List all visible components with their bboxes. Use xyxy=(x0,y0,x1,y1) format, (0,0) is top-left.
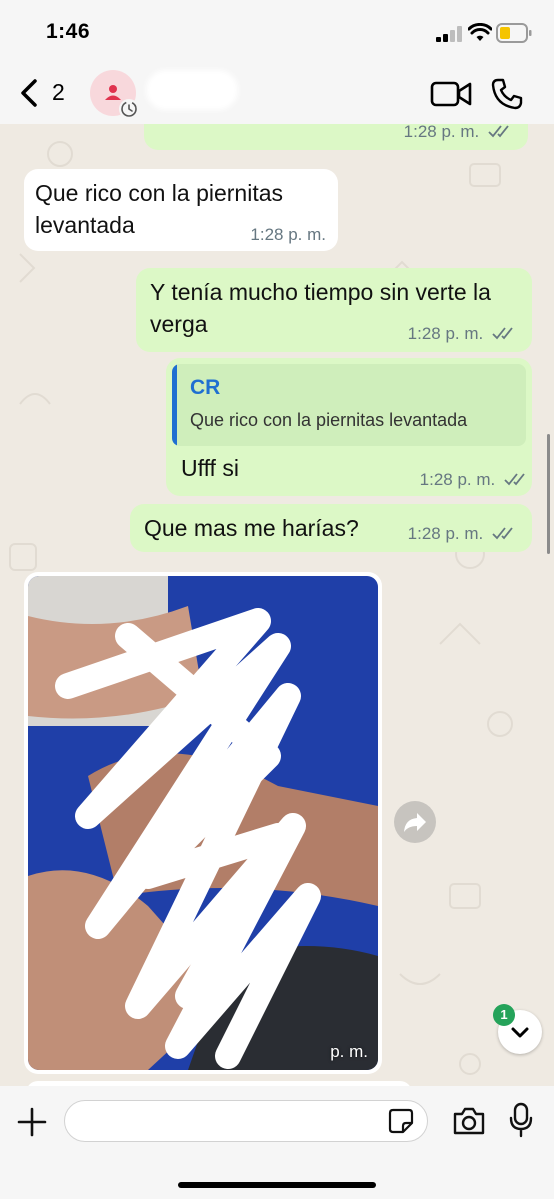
message-text: Que mas me harías? xyxy=(144,515,359,541)
chat-header: 2 xyxy=(0,62,554,124)
double-check-icon xyxy=(492,527,513,540)
sticker-icon[interactable] xyxy=(388,1108,414,1134)
forward-arrow-icon xyxy=(404,813,426,832)
camera-icon[interactable] xyxy=(452,1106,486,1136)
video-call-icon[interactable] xyxy=(430,80,472,108)
message-time: 1:28 p. m. xyxy=(407,324,484,343)
contact-name-redacted[interactable] xyxy=(150,74,234,106)
unread-badge: 1 xyxy=(493,1004,515,1026)
status-bar: 1:46 xyxy=(0,0,554,62)
unread-count[interactable]: 2 xyxy=(52,79,65,106)
message-bubble-outgoing[interactable]: Y tenía mucho tiempo sin verte la verga … xyxy=(136,268,532,352)
message-time: 1:28 p. m. xyxy=(419,470,496,489)
phone-icon[interactable] xyxy=(490,77,524,111)
message-bubble-outgoing[interactable]: Que mas me harías? 1:28 p. m. xyxy=(130,504,532,552)
battery-icon xyxy=(496,23,532,43)
message-time: 1:28 p. m. xyxy=(407,524,484,543)
microphone-icon[interactable] xyxy=(508,1102,534,1138)
chevron-left-icon[interactable] xyxy=(16,78,46,108)
disappearing-messages-badge xyxy=(119,99,139,119)
reply-quote[interactable]: CR Que rico con la piernitas levantada xyxy=(172,364,526,446)
double-check-icon xyxy=(488,125,509,138)
forward-button[interactable] xyxy=(394,801,436,843)
message-bubble-outgoing[interactable]: 1:28 p. m. xyxy=(144,124,528,150)
double-check-icon xyxy=(492,327,513,340)
message-time: 1:28 p. m. xyxy=(250,225,326,244)
message-time: 1:28 p. m. xyxy=(403,124,480,141)
chat-area[interactable]: 1:28 p. m. Que rico con la piernitas lev… xyxy=(0,124,554,1086)
plus-icon[interactable] xyxy=(16,1106,48,1138)
image-message[interactable]: p. m. xyxy=(28,576,378,1070)
status-time: 1:46 xyxy=(46,20,91,43)
reply-text: Que rico con la piernitas levantada xyxy=(190,410,468,430)
message-bubble-incoming[interactable]: Que rico con la piernitas levantada 1:28… xyxy=(24,169,338,251)
cellular-signal-icon xyxy=(436,26,462,42)
message-time: p. m. xyxy=(330,1042,368,1061)
message-text: Ufff si xyxy=(181,455,239,481)
clock-icon xyxy=(121,101,137,117)
composer-bar xyxy=(0,1086,554,1199)
double-check-icon xyxy=(504,473,525,486)
scrollbar[interactable] xyxy=(547,434,550,554)
reply-accent-bar xyxy=(172,364,177,446)
home-indicator xyxy=(178,1182,376,1188)
wifi-icon xyxy=(468,23,492,41)
reply-author: CR xyxy=(190,376,221,399)
message-input[interactable] xyxy=(64,1100,428,1142)
censored-photo xyxy=(28,576,378,1070)
